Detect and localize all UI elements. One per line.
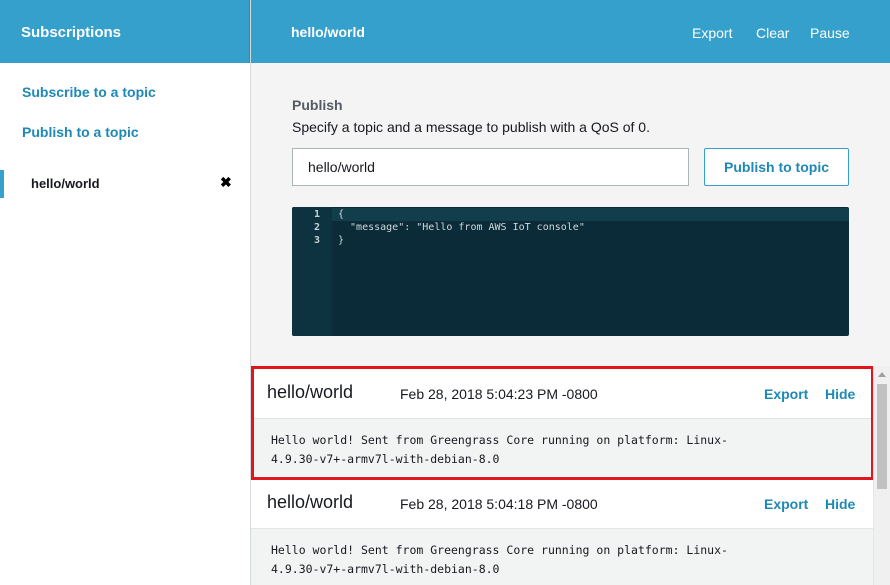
message-topic: hello/world <box>267 492 354 512</box>
payload-line: 4.9.30-v7+-armv7l-with-debian-8.0 <box>271 452 500 466</box>
sidebar: Subscriptions Subscribe to a topic Publi… <box>0 0 251 585</box>
scroll-up-icon[interactable] <box>878 372 886 377</box>
publish-to-topic-button[interactable]: Publish to topic <box>704 148 849 186</box>
sidebar-title: Subscriptions <box>0 0 250 63</box>
messages-scrollbar[interactable] <box>873 366 890 585</box>
message-card: hello/world Feb 28, 2018 5:04:18 PM -080… <box>251 476 873 585</box>
message-timestamp: Feb 28, 2018 5:04:23 PM -0800 <box>400 386 598 402</box>
message-topic: hello/world <box>267 382 354 402</box>
payload-line: 4.9.30-v7+-armv7l-with-debian-8.0 <box>271 562 500 576</box>
line-number: 2 <box>313 222 320 233</box>
header-topic-title: hello/world <box>291 24 365 40</box>
publish-to-topic-link[interactable]: Publish to a topic <box>22 124 139 140</box>
active-line-highlight <box>292 208 849 221</box>
code-line: "message": "Hello from AWS IoT console" <box>338 222 585 233</box>
payload-line: Hello world! Sent from Greengrass Core r… <box>271 543 728 557</box>
subscribe-to-topic-link[interactable]: Subscribe to a topic <box>22 84 156 100</box>
message-editor[interactable]: 1 2 3 { "message": "Hello from AWS IoT c… <box>292 207 849 336</box>
subscription-label: hello/world <box>31 176 100 191</box>
message-timestamp: Feb 28, 2018 5:04:18 PM -0800 <box>400 496 598 512</box>
publish-description: Specify a topic and a message to publish… <box>292 119 650 135</box>
message-hide-link[interactable]: Hide <box>825 496 855 512</box>
topic-header: hello/world Export Clear Pause <box>251 0 890 63</box>
message-payload: Hello world! Sent from Greengrass Core r… <box>251 528 873 585</box>
code-line: { <box>338 209 345 220</box>
message-export-link[interactable]: Export <box>764 496 808 512</box>
active-indicator <box>0 170 4 198</box>
clear-button[interactable]: Clear <box>756 25 789 41</box>
message-header: hello/world Feb 28, 2018 5:04:18 PM -080… <box>251 476 873 528</box>
subscription-item-hello-world[interactable]: hello/world ✖ <box>0 170 250 198</box>
line-number: 1 <box>313 209 320 220</box>
message-payload: Hello world! Sent from Greengrass Core r… <box>251 418 873 476</box>
code-line: } <box>338 235 345 246</box>
export-all-button[interactable]: Export <box>692 25 732 41</box>
message-hide-link[interactable]: Hide <box>825 386 855 402</box>
scroll-thumb[interactable] <box>877 384 887 489</box>
line-number: 3 <box>313 235 320 246</box>
payload-line: Hello world! Sent from Greengrass Core r… <box>271 433 728 447</box>
close-icon[interactable]: ✖ <box>220 174 232 191</box>
pause-button[interactable]: Pause <box>810 25 850 41</box>
publish-section-title: Publish <box>292 97 343 113</box>
publish-topic-input[interactable] <box>292 148 689 186</box>
message-header: hello/world Feb 28, 2018 5:04:23 PM -080… <box>251 366 873 418</box>
message-export-link[interactable]: Export <box>764 386 808 402</box>
message-card: hello/world Feb 28, 2018 5:04:23 PM -080… <box>251 366 873 476</box>
